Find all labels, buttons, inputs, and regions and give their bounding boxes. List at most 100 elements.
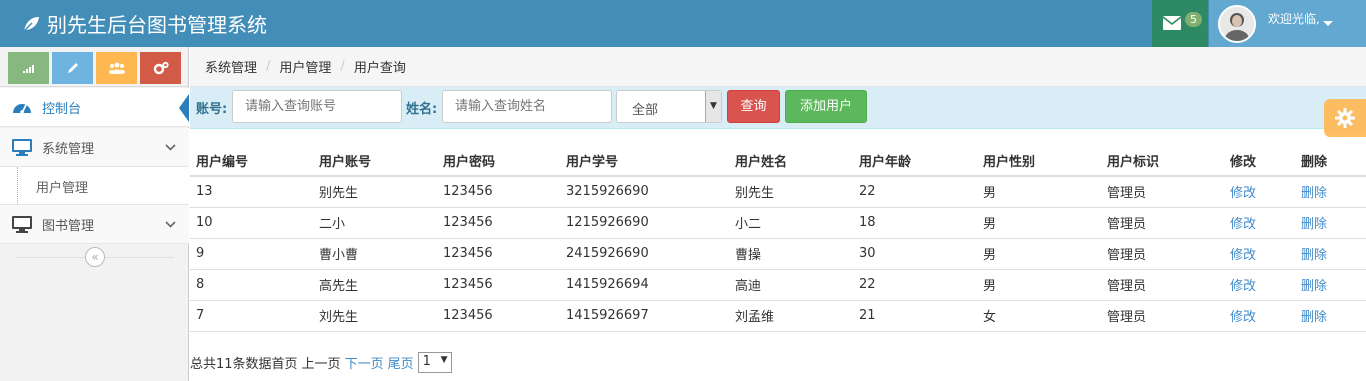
column-header: 用户编号 [190,145,313,177]
app-title: 别先生后台图书管理系统 [47,13,267,37]
cell-password: 123456 [437,176,560,208]
table-row: 10 二小 123456 1215926690 小二 18 男 管理员 修改 删… [190,207,1366,239]
messages-button[interactable]: 5 [1152,0,1208,47]
cell-student-no: 1215926690 [560,207,729,239]
filter-select[interactable]: 全部 ▼ [616,90,722,123]
dashboard-icon [13,104,31,114]
sidebar-subitem-label: 用户管理 [36,181,89,196]
column-header: 修改 [1224,145,1295,177]
breadcrumb-separator: / [266,59,271,74]
edit-link[interactable]: 修改 [1224,176,1295,208]
query-button[interactable]: 查询 [727,90,780,123]
desktop-icon [12,138,32,156]
user-table: 用户编号 用户账号 用户密码 用户学号 用户姓名 用户年龄 用户性别 用户标识 … [190,145,1366,332]
sidebar-subitem-users[interactable]: 用户管理 [0,167,189,205]
top-navbar: 别先生后台图书管理系统 5 欢迎光临, [0,0,1366,47]
sidebar-item-label: 系统管理 [42,141,95,157]
cell-student-no: 2415926690 [560,238,729,270]
welcome-text: 欢迎光临, [1268,12,1320,26]
delete-link[interactable]: 删除 [1295,300,1366,332]
column-header: 用户标识 [1101,145,1224,177]
user-menu[interactable]: 欢迎光临, [1209,0,1366,47]
delete-link[interactable]: 删除 [1295,238,1366,270]
page-select-value: 1 [422,353,431,369]
active-pointer [179,94,189,122]
cell-id: 13 [190,176,313,208]
prev-page-link[interactable]: 上一页 [302,353,341,372]
name-search-input[interactable] [442,90,612,123]
breadcrumb-separator: / [340,59,345,74]
page-select[interactable]: 1 ▼ [417,351,452,373]
avatar [1218,5,1256,43]
shortcut-users-button[interactable] [96,52,137,84]
cell-account: 刘先生 [313,300,437,332]
filter-select-value: 全部 [632,103,659,118]
column-header: 用户密码 [437,145,560,177]
pagination: 总共11条数据首页 上一页 下一页 尾页 1 ▼ [190,351,452,373]
cell-name: 刘孟维 [729,300,853,332]
users-icon [108,62,125,74]
delete-link[interactable]: 删除 [1295,176,1366,208]
shortcut-bar [0,47,189,87]
cell-password: 123456 [437,238,560,270]
last-page-link[interactable]: 尾页 [388,353,414,372]
sidebar-item-books[interactable]: 图书管理 [0,205,189,244]
chevron-down-icon: ▼ [440,354,448,365]
sidebar-item-system[interactable]: 系统管理 [0,128,189,167]
cell-name: 小二 [729,207,853,239]
brand[interactable]: 别先生后台图书管理系统 [22,9,267,38]
cell-student-no: 1415926697 [560,300,729,332]
breadcrumb-item[interactable]: 系统管理 [205,57,257,76]
cell-age: 30 [853,238,977,270]
settings-button[interactable] [1324,99,1366,137]
cell-id: 9 [190,238,313,270]
cell-student-no: 3215926690 [560,176,729,208]
cell-age: 18 [853,207,977,239]
delete-link[interactable]: 删除 [1295,207,1366,239]
edit-link[interactable]: 修改 [1224,300,1295,332]
envelope-icon [1163,16,1181,30]
breadcrumb-item-current: 用户查询 [353,61,406,76]
account-search-input[interactable] [232,90,402,123]
cell-role: 管理员 [1101,269,1224,301]
cell-name: 高迪 [729,269,853,301]
table-row: 8 高先生 123456 1415926694 高迪 22 男 管理员 修改 删… [190,269,1366,301]
search-bar: 账号: 姓名: 全部 ▼ 查询 添加用户 [190,87,1366,129]
cell-password: 123456 [437,207,560,239]
shortcut-settings-button[interactable] [140,52,181,84]
cell-student-no: 1415926694 [560,269,729,301]
cell-role: 管理员 [1101,238,1224,270]
cell-account: 曹小曹 [313,238,437,270]
next-page-link[interactable]: 下一页 [345,353,384,372]
cell-gender: 女 [977,300,1101,332]
collapse-double-left-icon[interactable]: « [85,247,105,267]
cell-account: 别先生 [313,176,437,208]
cell-gender: 男 [977,238,1101,270]
cell-gender: 男 [977,176,1101,208]
edit-link[interactable]: 修改 [1224,269,1295,301]
name-label: 姓名: [406,102,438,117]
delete-link[interactable]: 删除 [1295,269,1366,301]
breadcrumb: 系统管理 / 用户管理 / 用户查询 [190,47,1366,87]
edit-link[interactable]: 修改 [1224,207,1295,239]
table-row: 9 曹小曹 123456 2415926690 曹操 30 男 管理员 修改 删… [190,238,1366,270]
cogs-icon [153,61,169,75]
breadcrumb-item[interactable]: 用户管理 [279,57,331,76]
pencil-icon [67,63,78,73]
cell-age: 21 [853,300,977,332]
edit-link[interactable]: 修改 [1224,238,1295,270]
desktop-icon [12,215,32,233]
sidebar-collapse: « [16,247,174,267]
cell-id: 8 [190,269,313,301]
chevron-down-icon [165,220,176,228]
sidebar-item-dashboard[interactable]: 控制台 [0,88,189,127]
cell-id: 7 [190,300,313,332]
pagination-summary[interactable]: 总共11条数据首页 [190,353,298,372]
cell-role: 管理员 [1101,207,1224,239]
cell-password: 123456 [437,300,560,332]
shortcut-stats-button[interactable] [8,52,49,84]
shortcut-edit-button[interactable] [52,52,93,84]
column-header: 用户年龄 [853,145,977,177]
add-user-button[interactable]: 添加用户 [785,90,867,123]
cell-role: 管理员 [1101,176,1224,208]
